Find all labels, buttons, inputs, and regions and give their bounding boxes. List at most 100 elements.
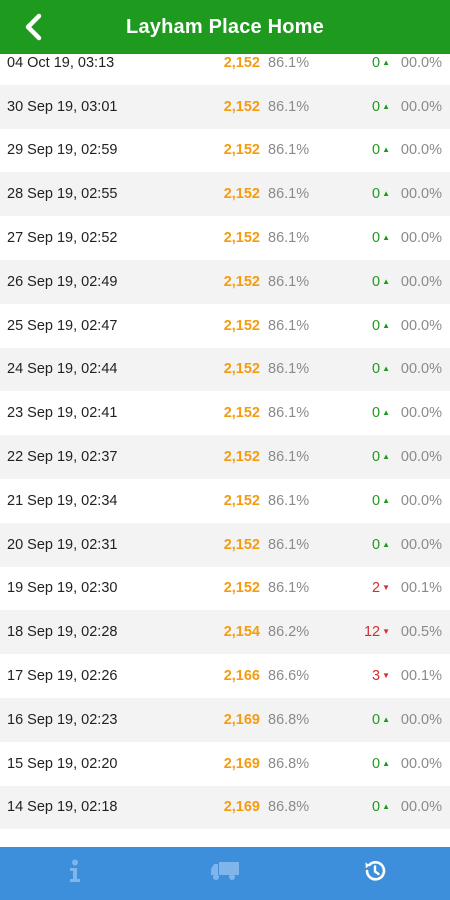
- row-date: 27 Sep 19, 02:52: [7, 230, 118, 247]
- arrow-up-icon: ▲: [382, 101, 390, 111]
- row-count: 2,169: [223, 755, 260, 772]
- row-delta: 12 ▼: [364, 624, 390, 640]
- list-item[interactable]: 21 Sep 19, 02:34 2,152 86.1% 0 ▲ 00.0%: [0, 479, 450, 523]
- row-delta: 0 ▲: [372, 142, 390, 158]
- row-delta: 0 ▲: [372, 405, 390, 421]
- row-delta-value: 2: [372, 580, 381, 597]
- list-item[interactable]: 17 Sep 19, 02:26 2,166 86.6% 3 ▼ 00.1%: [0, 654, 450, 698]
- arrow-up-icon: ▲: [382, 145, 390, 155]
- list-item[interactable]: 28 Sep 19, 02:55 2,152 86.1% 0 ▲ 00.0%: [0, 172, 450, 217]
- list-item[interactable]: 19 Sep 19, 02:30 2,152 86.1% 2 ▼ 00.1%: [0, 567, 450, 611]
- row-count: 2,152: [223, 273, 260, 290]
- arrow-up-icon: ▲: [382, 758, 390, 768]
- row-delta: 0 ▲: [372, 55, 390, 71]
- row-delta-percent: 00.1%: [400, 580, 442, 597]
- row-delta-percent: 00.0%: [400, 799, 442, 816]
- row-percent: 86.1%: [268, 98, 310, 115]
- row-count: 2,166: [223, 668, 260, 685]
- arrow-up-icon: ▲: [382, 276, 390, 286]
- row-delta-percent: 00.0%: [400, 405, 442, 422]
- row-date: 22 Sep 19, 02:37: [7, 449, 118, 466]
- arrow-down-icon: ▼: [382, 627, 390, 637]
- arrow-up-icon: ▲: [382, 452, 390, 462]
- row-delta: 0 ▲: [372, 712, 390, 728]
- row-date: 29 Sep 19, 02:59: [7, 142, 118, 159]
- list-item[interactable]: 27 Sep 19, 02:52 2,152 86.1% 0 ▲ 00.0%: [0, 216, 450, 260]
- row-percent: 86.1%: [268, 449, 310, 466]
- row-count: 2,152: [223, 492, 260, 509]
- row-date: 19 Sep 19, 02:30: [7, 580, 118, 597]
- row-percent: 86.1%: [268, 230, 310, 247]
- row-delta-value: 0: [372, 449, 381, 466]
- list-item[interactable]: 20 Sep 19, 02:31 2,152 86.1% 0 ▲ 00.0%: [0, 522, 450, 567]
- row-delta: 0 ▲: [372, 274, 390, 290]
- row-delta-value: 0: [372, 799, 381, 816]
- row-delta-value: 0: [372, 230, 381, 247]
- info-icon: [67, 859, 83, 888]
- row-date: 18 Sep 19, 02:28: [7, 624, 118, 641]
- list-item[interactable]: 26 Sep 19, 02:49 2,152 86.1% 0 ▲ 00.0%: [0, 259, 450, 304]
- row-date: 28 Sep 19, 02:55: [7, 186, 118, 203]
- list-item[interactable]: 23 Sep 19, 02:41 2,152 86.1% 0 ▲ 00.0%: [0, 391, 450, 435]
- row-delta-value: 3: [372, 668, 381, 685]
- row-delta-value: 0: [372, 755, 381, 772]
- row-date: 25 Sep 19, 02:47: [7, 317, 118, 334]
- row-percent: 86.1%: [268, 580, 310, 597]
- list-item[interactable]: 18 Sep 19, 02:28 2,154 86.2% 12 ▼ 00.5%: [0, 610, 450, 655]
- row-delta-percent: 00.0%: [400, 449, 442, 466]
- row-delta-percent: 00.0%: [400, 273, 442, 290]
- list-item[interactable]: 25 Sep 19, 02:47 2,152 86.1% 0 ▲ 00.0%: [0, 304, 450, 348]
- list-item[interactable]: 29 Sep 19, 02:59 2,152 86.1% 0 ▲ 00.0%: [0, 129, 450, 173]
- row-percent: 86.1%: [268, 142, 310, 159]
- history-rows: 04 Oct 19, 03:13 2,152 86.1% 0 ▲ 00.0% 30 Sep …: [0, 54, 450, 830]
- list-item[interactable]: 22 Sep 19, 02:37 2,152 86.1% 0 ▲ 00.0%: [0, 435, 450, 479]
- arrow-up-icon: ▲: [382, 320, 390, 330]
- row-count: 2,152: [223, 580, 260, 597]
- list-item[interactable]: 14 Sep 19, 02:18 2,169 86.8% 0 ▲ 00.0%: [0, 785, 450, 830]
- row-date: 15 Sep 19, 02:20: [7, 755, 118, 772]
- row-count: 2,169: [223, 711, 260, 728]
- bottom-tab-bar: [0, 847, 450, 900]
- arrow-up-icon: ▲: [382, 408, 390, 418]
- row-percent: 86.1%: [268, 273, 310, 290]
- list-item[interactable]: 15 Sep 19, 02:20 2,169 86.8% 0 ▲ 00.0%: [0, 742, 450, 786]
- history-list[interactable]: 04 Oct 19, 03:13 2,152 86.1% 0 ▲ 00.0% 30 Sep …: [0, 54, 450, 847]
- row-delta: 3 ▼: [372, 668, 390, 684]
- row-date: 20 Sep 19, 02:31: [7, 536, 118, 553]
- row-delta: 0 ▲: [372, 186, 390, 202]
- tab-history[interactable]: [300, 847, 450, 900]
- back-arrow-icon[interactable]: [18, 11, 50, 43]
- row-count: 2,152: [223, 186, 260, 203]
- row-delta: 0 ▲: [372, 318, 390, 334]
- tab-truck[interactable]: [150, 847, 300, 900]
- row-delta-value: 0: [372, 142, 381, 159]
- row-delta-percent: 00.0%: [400, 98, 442, 115]
- row-count: 2,152: [223, 536, 260, 553]
- list-item[interactable]: 30 Sep 19, 03:01 2,152 86.1% 0 ▲ 00.0%: [0, 84, 450, 129]
- row-percent: 86.8%: [268, 711, 310, 728]
- row-delta-value: 0: [372, 273, 381, 290]
- truck-icon: [210, 860, 240, 887]
- row-count: 2,154: [223, 624, 260, 641]
- row-delta-value: 0: [372, 536, 381, 553]
- arrow-up-icon: ▲: [382, 714, 390, 724]
- list-item[interactable]: 04 Oct 19, 03:13 2,152 86.1% 0 ▲ 00.0%: [0, 54, 450, 85]
- list-item[interactable]: 24 Sep 19, 02:44 2,152 86.1% 0 ▲ 00.0%: [0, 347, 450, 392]
- row-delta: 0 ▲: [372, 230, 390, 246]
- tab-info[interactable]: [0, 847, 150, 900]
- list-item[interactable]: 16 Sep 19, 02:23 2,169 86.8% 0 ▲ 00.0%: [0, 697, 450, 742]
- row-date: 14 Sep 19, 02:18: [7, 799, 118, 816]
- row-percent: 86.1%: [268, 405, 310, 422]
- row-delta: 0 ▲: [372, 537, 390, 553]
- row-percent: 86.1%: [268, 54, 310, 71]
- arrow-up-icon: ▲: [382, 495, 390, 505]
- row-date: 04 Oct 19, 03:13: [7, 54, 115, 71]
- row-count: 2,152: [223, 361, 260, 378]
- row-delta-value: 0: [372, 492, 381, 509]
- history-icon: [362, 858, 388, 889]
- row-date: 23 Sep 19, 02:41: [7, 405, 118, 422]
- row-count: 2,152: [223, 142, 260, 159]
- arrow-down-icon: ▼: [382, 583, 390, 593]
- arrow-up-icon: ▲: [382, 802, 390, 812]
- row-delta-percent: 00.0%: [400, 536, 442, 553]
